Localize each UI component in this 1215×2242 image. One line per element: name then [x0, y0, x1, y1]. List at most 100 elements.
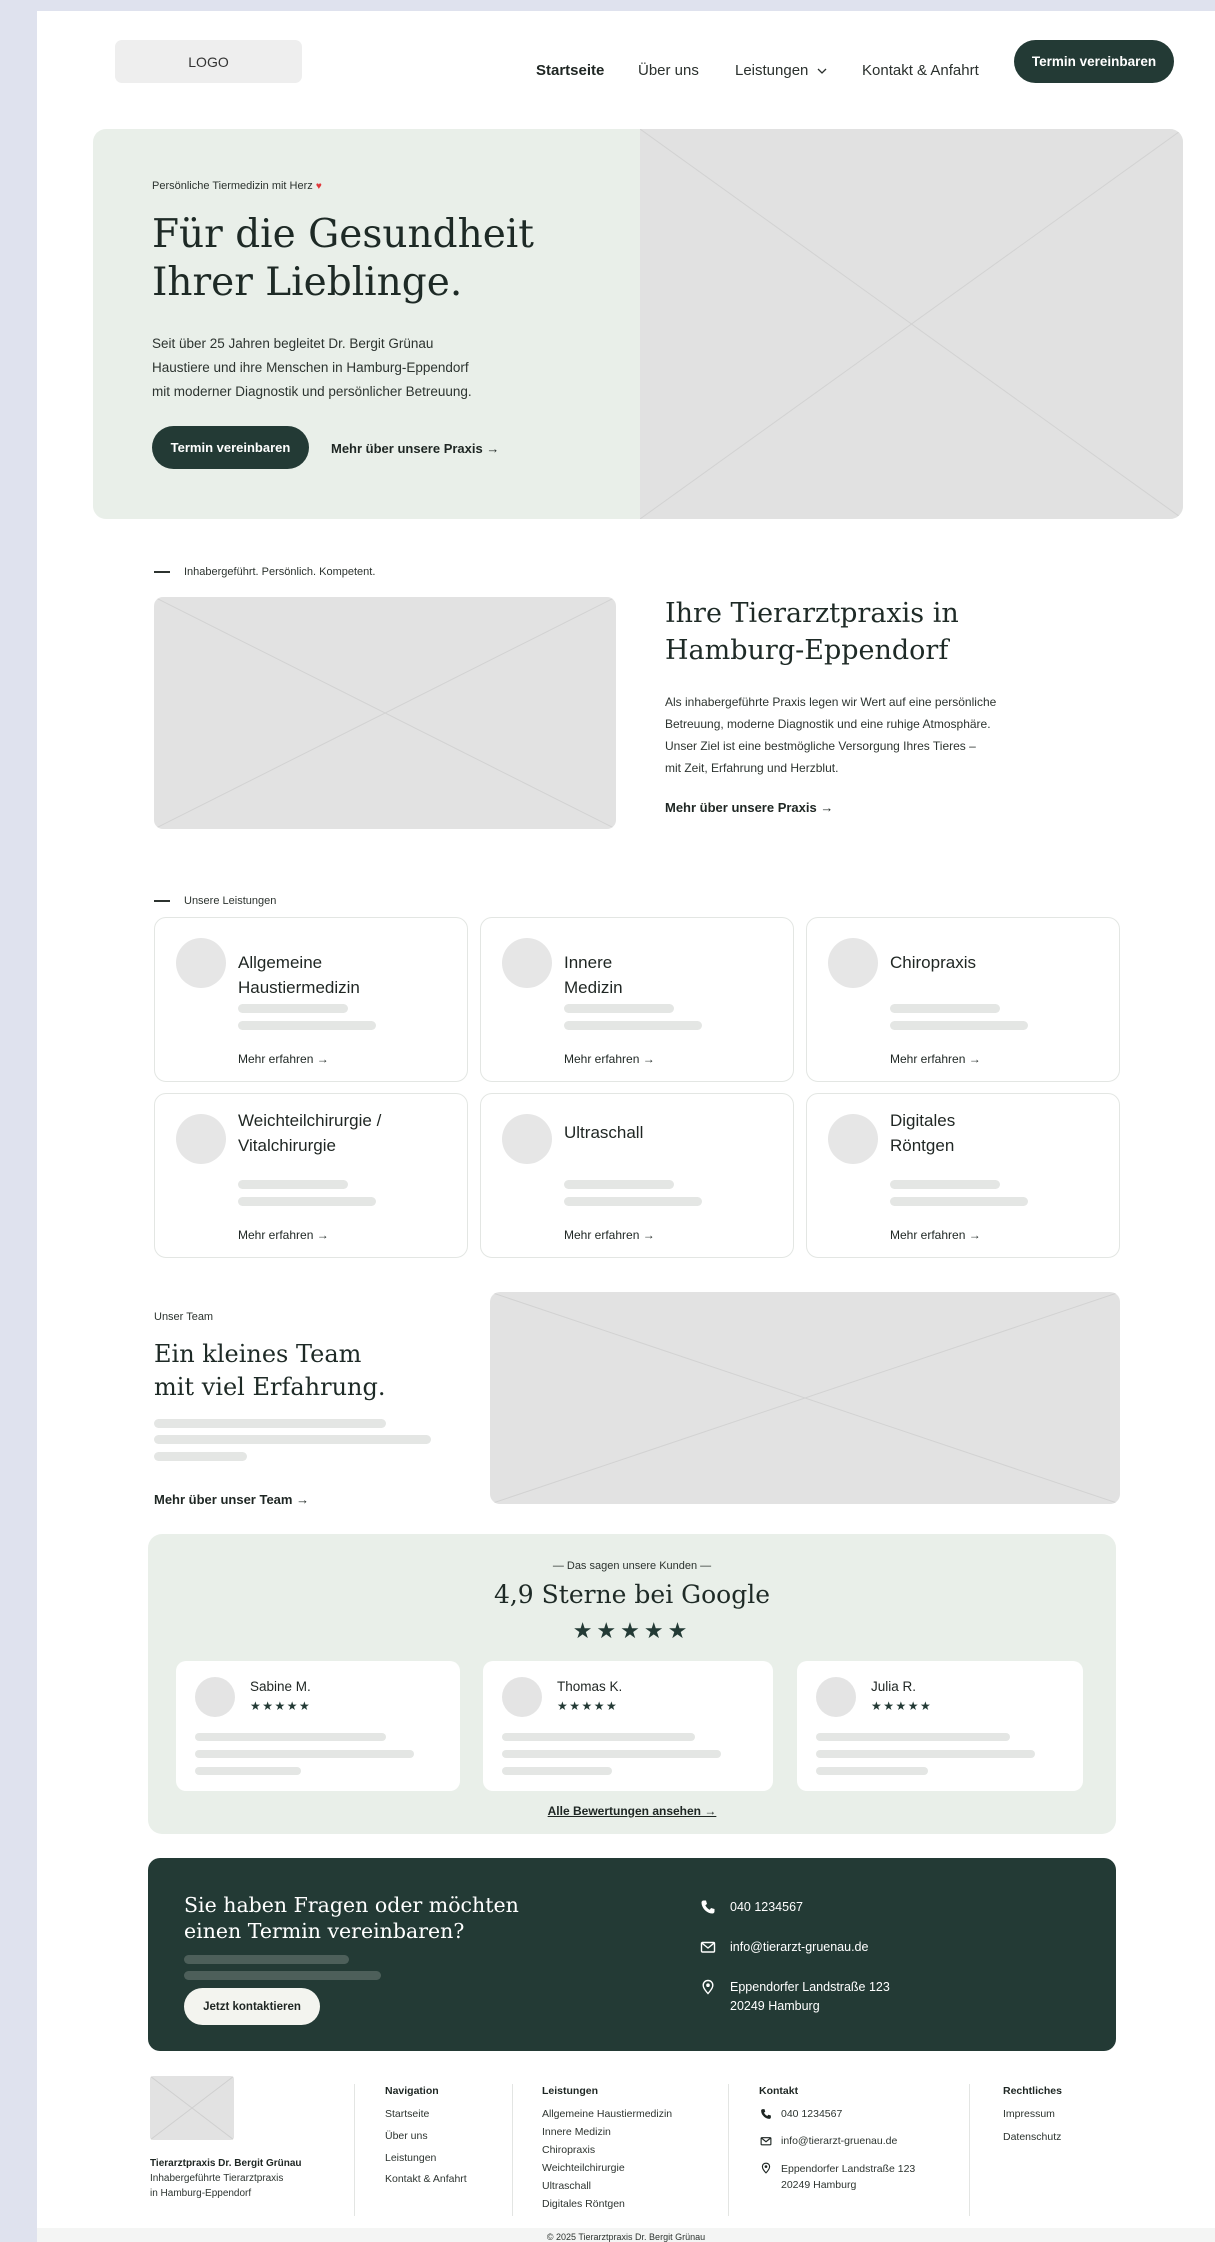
- text-placeholder-bar: [502, 1733, 695, 1741]
- text-placeholder-bar: [502, 1750, 721, 1758]
- nav-ueber-uns[interactable]: Über uns: [638, 62, 699, 79]
- hero-text-line: mit moderner Diagnostik und persönlicher…: [152, 384, 472, 399]
- contact-now-button[interactable]: Jetzt kontaktieren: [184, 1988, 320, 2025]
- services-label: Unsere Leistungen: [154, 895, 276, 907]
- phone-icon: [761, 2109, 771, 2119]
- service-card-title: Ultraschall: [564, 1120, 643, 1145]
- contact-question-line: Sie haben Fragen oder möchten: [184, 1893, 519, 1917]
- footer-phone-text: 040 1234567: [781, 2108, 843, 2120]
- text-placeholder-bar: [890, 1180, 1000, 1189]
- text-placeholder-bar: [816, 1733, 1010, 1741]
- review-card: Sabine M. ★★★★★: [176, 1661, 460, 1791]
- service-card-weichteilchirurgie[interactable]: Weichteilchirurgie / Vitalchirurgie Mehr…: [154, 1093, 468, 1258]
- services-label-text: Unsere Leistungen: [184, 895, 277, 907]
- text-placeholder-bar: [238, 1004, 348, 1013]
- hero-image-placeholder: [640, 129, 1183, 519]
- contact-address-line: Eppendorfer Landstraße 123: [730, 1980, 890, 1994]
- footer-nav-link[interactable]: Kontakt & Anfahrt: [385, 2173, 467, 2185]
- service-card-allgemeine-haustiermedizin[interactable]: Allgemeine Haustiermedizin Mehr erfahren…: [154, 917, 468, 1082]
- footer-privacy-link[interactable]: Datenschutz: [1003, 2131, 1061, 2143]
- logo[interactable]: LOGO: [115, 40, 302, 83]
- service-icon-placeholder: [502, 1114, 552, 1164]
- service-title-line: Allgemeine: [238, 953, 323, 972]
- service-icon-placeholder: [176, 1114, 226, 1164]
- team-more-link[interactable]: Mehr über unser Team →: [154, 1492, 309, 1507]
- phone-icon: [701, 1900, 715, 1914]
- reviewer-name: Thomas K.: [557, 1679, 623, 1694]
- service-icon-placeholder: [502, 938, 552, 988]
- footer-email[interactable]: info@tierarzt-gruenau.de: [760, 2135, 898, 2147]
- contact-email[interactable]: info@tierarzt-gruenau.de: [700, 1938, 868, 1957]
- nav-startseite[interactable]: Startseite: [536, 62, 604, 79]
- footer-services-title: Leistungen: [542, 2085, 599, 2097]
- footer-service-link[interactable]: Allgemeine Haustiermedizin: [542, 2108, 672, 2120]
- text-placeholder-bar: [195, 1750, 414, 1758]
- footer-imprint-link[interactable]: Impressum: [1003, 2108, 1055, 2120]
- team-image-placeholder: [490, 1292, 1120, 1504]
- hero-text-line: Seit über 25 Jahren begleitet Dr. Bergit…: [152, 336, 434, 351]
- team-title-line: Ein kleines Team: [154, 1340, 362, 1368]
- service-card-chiropraxis[interactable]: Chiropraxis Mehr erfahren →: [806, 917, 1120, 1082]
- about-text: Als inhabergeführte Praxis legen wir Wer…: [665, 691, 996, 779]
- text-placeholder-bar: [154, 1419, 386, 1428]
- service-card-ultraschall[interactable]: Ultraschall Mehr erfahren →: [480, 1093, 794, 1258]
- text-placeholder-bar: [154, 1435, 431, 1444]
- footer-brand-name: Tierarztpraxis Dr. Bergit Grünau: [150, 2158, 302, 2169]
- contact-band: Sie haben Fragen oder möchten einen Term…: [148, 1858, 1116, 2051]
- service-more-link[interactable]: Mehr erfahren →: [890, 1052, 981, 1066]
- label-dash: [154, 571, 170, 573]
- text-placeholder-bar: [564, 1197, 702, 1206]
- all-reviews-link[interactable]: Alle Bewertungen ansehen →: [548, 1804, 717, 1818]
- text-placeholder-bar: [238, 1021, 376, 1030]
- service-more-link[interactable]: Mehr erfahren →: [890, 1228, 981, 1242]
- service-title-line: Röntgen: [890, 1136, 955, 1155]
- text-placeholder-bar: [816, 1767, 928, 1775]
- footer-address-line: Eppendorfer Landstraße 123: [781, 2163, 916, 2175]
- reviewer-name: Julia R.: [871, 1679, 917, 1694]
- footer-divider: [354, 2084, 355, 2216]
- hero-eyebrow-text: Persönliche Tiermedizin mit Herz: [152, 180, 313, 192]
- service-card-innere-medizin[interactable]: Innere Medizin Mehr erfahren →: [480, 917, 794, 1082]
- footer-nav-link[interactable]: Über uns: [385, 2130, 428, 2142]
- location-pin-icon: [702, 1979, 714, 1995]
- text-placeholder-bar: [184, 1955, 349, 1964]
- footer-service-link[interactable]: Digitales Röntgen: [542, 2198, 625, 2210]
- hero-about-link[interactable]: Mehr über unsere Praxis →: [331, 441, 499, 456]
- service-card-digitales-roentgen[interactable]: Digitales Röntgen Mehr erfahren →: [806, 1093, 1120, 1258]
- service-more-link[interactable]: Mehr erfahren →: [238, 1052, 329, 1066]
- footer-divider: [728, 2084, 729, 2216]
- footer-brand: Tierarztpraxis Dr. Bergit Grünau Inhaber…: [150, 2156, 302, 2201]
- footer-email-text: info@tierarzt-gruenau.de: [781, 2135, 898, 2147]
- reviews-title: 4,9 Sterne bei Google: [493, 1580, 771, 1609]
- text-placeholder-bar: [890, 1021, 1028, 1030]
- rating-stars: ★★★★★: [572, 1618, 692, 1643]
- copyright: © 2025 Tierarztpraxis Dr. Bergit Grünau: [546, 2232, 706, 2242]
- text-placeholder-bar: [195, 1733, 386, 1741]
- contact-question: Sie haben Fragen oder möchten einen Term…: [184, 1892, 519, 1944]
- contact-phone[interactable]: 040 1234567: [701, 1898, 803, 1917]
- location-pin-icon: [761, 2162, 771, 2174]
- footer-service-link[interactable]: Chiropraxis: [542, 2144, 595, 2156]
- nav-leistungen[interactable]: Leistungen: [735, 62, 827, 79]
- hero-cta-button[interactable]: Termin vereinbaren: [152, 426, 309, 469]
- service-more-link[interactable]: Mehr erfahren →: [564, 1052, 655, 1066]
- service-more-link[interactable]: Mehr erfahren →: [564, 1228, 655, 1242]
- footer-address-line: 20249 Hamburg: [781, 2179, 857, 2191]
- footer-nav-link[interactable]: Leistungen: [385, 2152, 436, 2164]
- service-more-link[interactable]: Mehr erfahren →: [238, 1228, 329, 1242]
- footer-service-link[interactable]: Weichteilchirurgie: [542, 2162, 625, 2174]
- text-placeholder-bar: [195, 1767, 301, 1775]
- about-more-link[interactable]: Mehr über unsere Praxis →: [665, 800, 833, 815]
- hero-text: Seit über 25 Jahren begleitet Dr. Bergit…: [152, 332, 532, 404]
- about-text-line: Als inhabergeführte Praxis legen wir Wer…: [665, 695, 997, 709]
- nav-kontakt[interactable]: Kontakt & Anfahrt: [862, 62, 979, 79]
- text-placeholder-bar: [564, 1180, 674, 1189]
- footer-phone[interactable]: 040 1234567: [761, 2108, 843, 2120]
- footer-service-link[interactable]: Innere Medizin: [542, 2126, 611, 2138]
- book-appointment-button[interactable]: Termin vereinbaren: [1014, 40, 1174, 83]
- footer-service-link[interactable]: Ultraschall: [542, 2180, 591, 2192]
- reviews-all-link-wrap: Alle Bewertungen ansehen →: [148, 1804, 1116, 1818]
- page: LOGO Startseite Über uns Leistungen Kont…: [37, 11, 1215, 2242]
- about-title: Ihre Tierarztpraxis in Hamburg-Eppendorf: [665, 595, 959, 669]
- footer-nav-link[interactable]: Startseite: [385, 2108, 429, 2120]
